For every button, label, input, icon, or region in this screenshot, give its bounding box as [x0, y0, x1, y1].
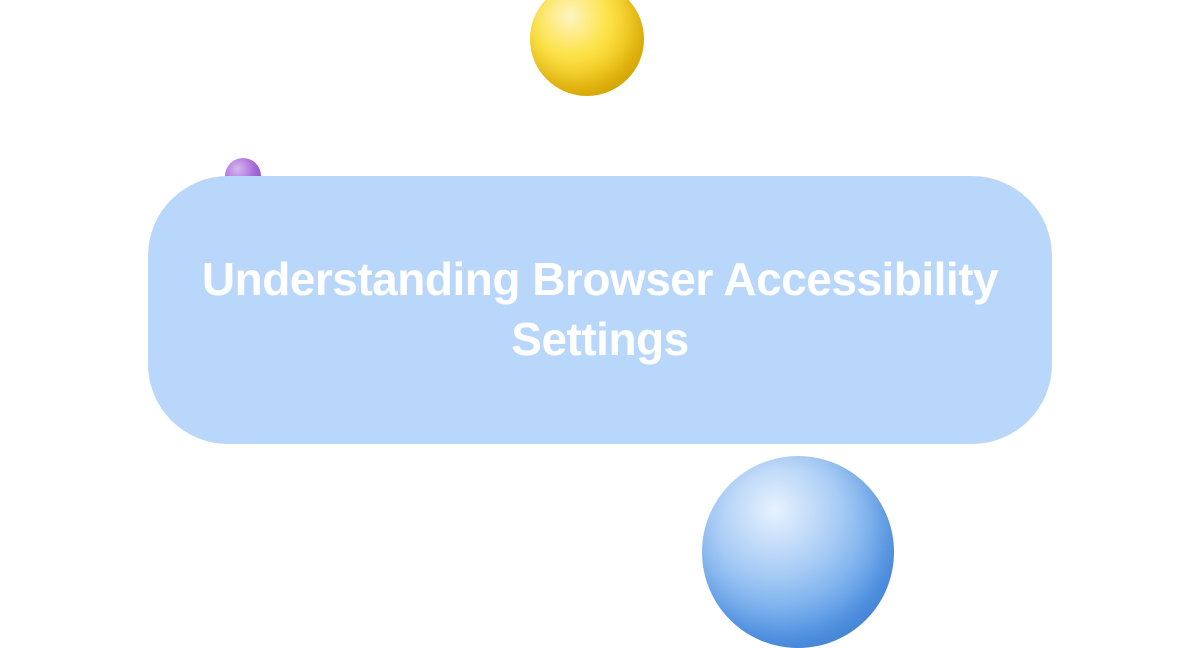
decorative-orb-yellow — [530, 0, 644, 96]
title-card: Understanding Browser Accessibility Sett… — [148, 176, 1052, 444]
decorative-orb-blue — [702, 456, 894, 648]
page-title: Understanding Browser Accessibility Sett… — [198, 250, 1002, 370]
